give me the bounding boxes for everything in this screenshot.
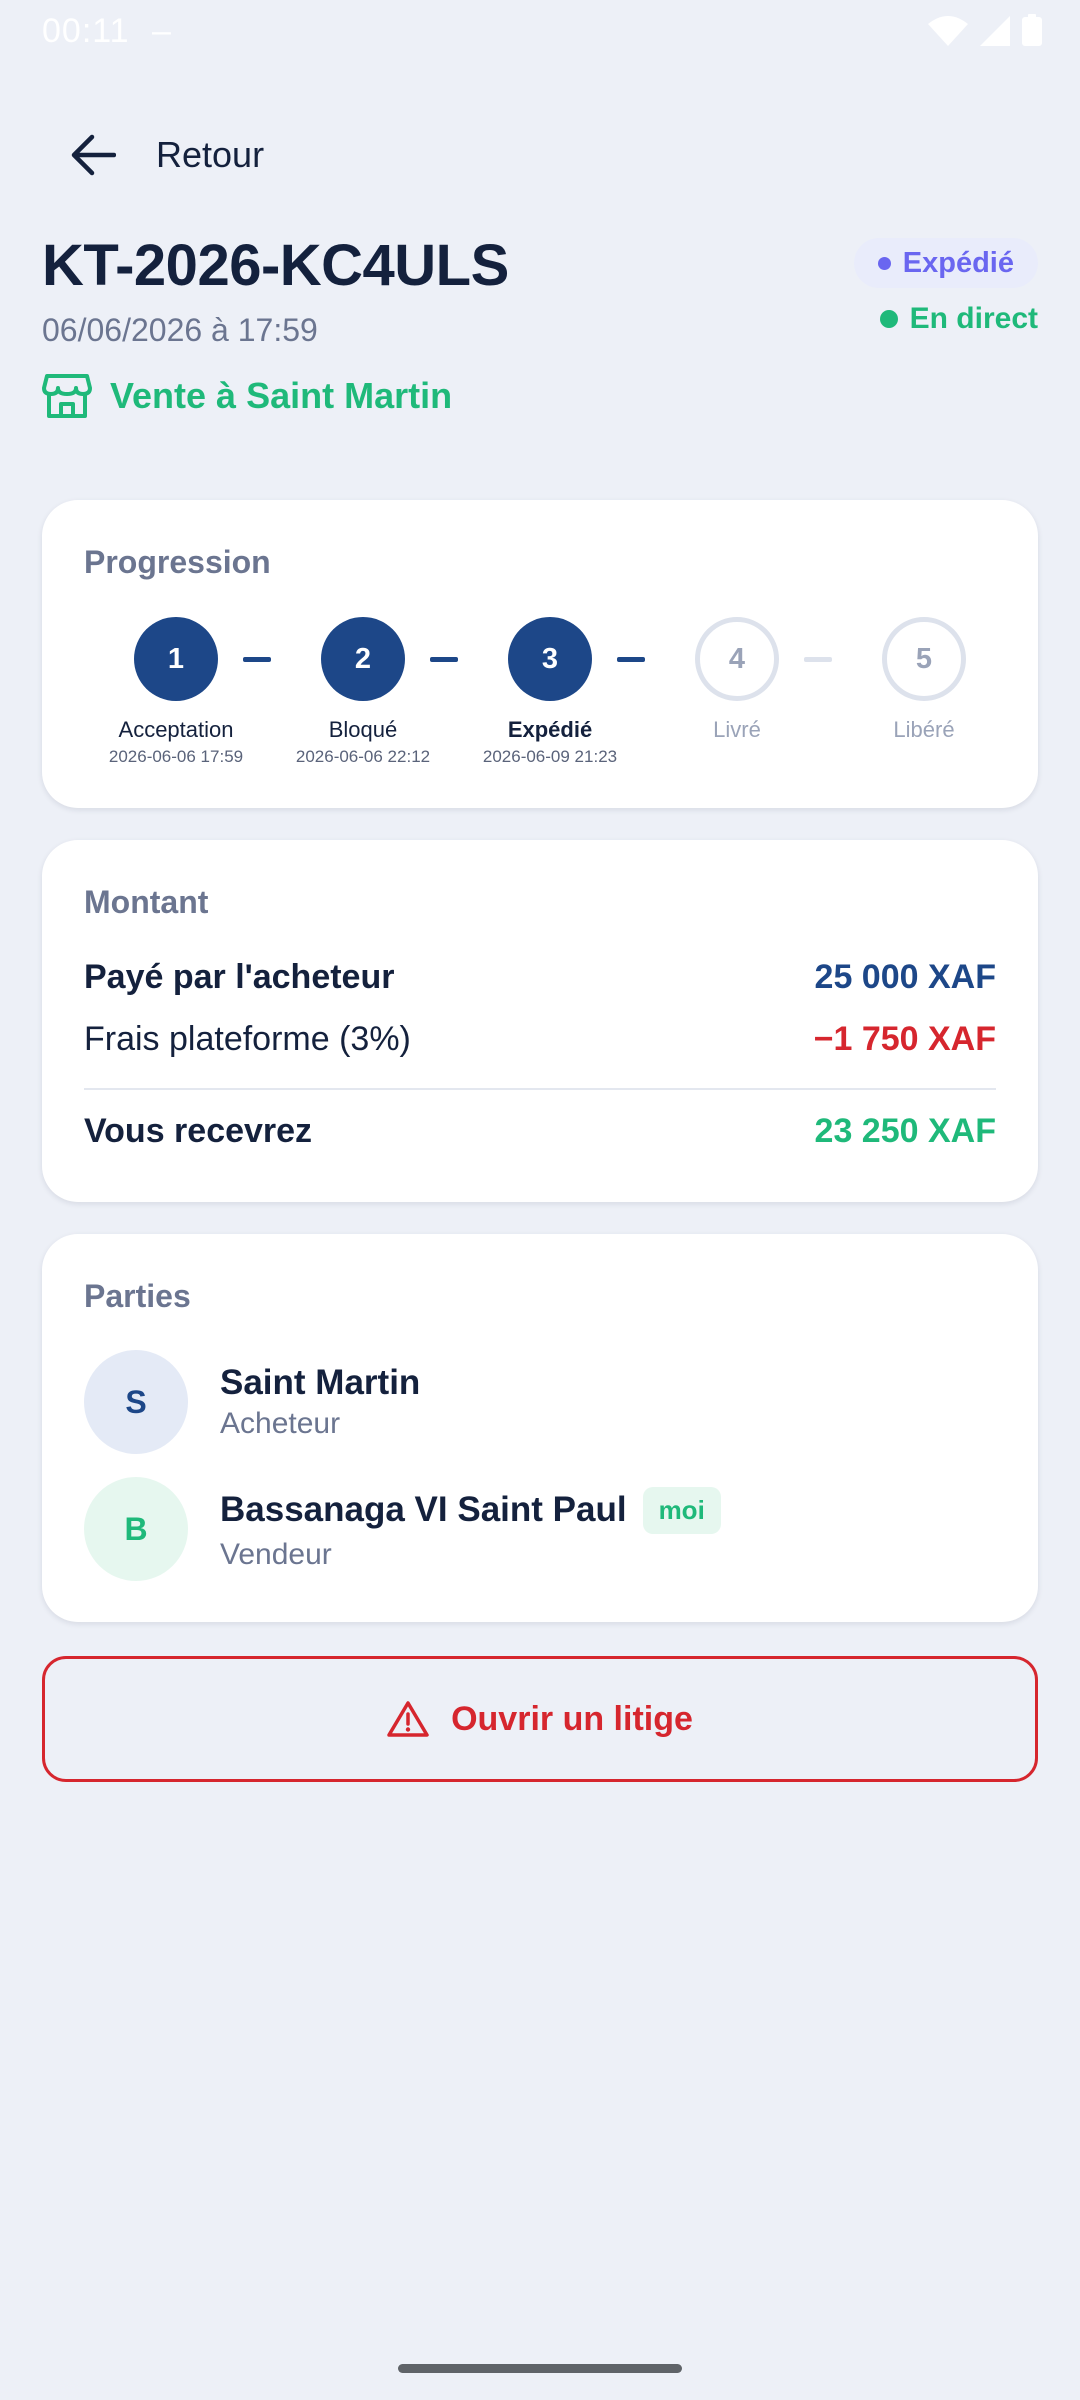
progress-title: Progression [84, 544, 271, 580]
fee-label: Frais plateforme (3%) [84, 1020, 411, 1058]
me-badge: moi [642, 1486, 721, 1534]
amount-card: Montant Payé par l'acheteur 25 000 XAF F… [42, 840, 1038, 1202]
step-number: 3 [508, 617, 592, 701]
step-connector [243, 657, 271, 662]
parties-title: Parties [84, 1278, 191, 1314]
arrow-left-icon [71, 134, 116, 176]
party-seller: B Bassanaga VI Saint Paul moi Vendeur [84, 1477, 996, 1581]
step-label: Libéré [893, 717, 955, 742]
party-info: Bassanaga VI Saint Paul moi Vendeur [220, 1486, 721, 1572]
shop-label: Vente à Saint Martin [110, 375, 453, 416]
step-number: 2 [321, 617, 405, 701]
status-icons [928, 14, 1042, 46]
step-acceptation: 1 Acceptation 2026-06-06 17:59 [82, 617, 270, 767]
status-dot [877, 256, 891, 270]
live-dot [879, 310, 898, 328]
cellular-signal-icon [980, 16, 1010, 46]
open-dispute-button[interactable]: Ouvrir un litige [42, 1656, 1038, 1782]
paid-row: Payé par l'acheteur 25 000 XAF [84, 958, 996, 997]
progress-stepper: 1 Acceptation 2026-06-06 17:59 2 Bloqué … [82, 617, 998, 767]
receive-row: Vous recevrez 23 250 XAF [84, 1112, 996, 1151]
step-date: 2026-06-09 21:23 [482, 747, 618, 766]
status-label: Expédié [902, 246, 1014, 279]
paid-label: Payé par l'acheteur [84, 958, 395, 996]
parties-card: Parties S Saint Martin Acheteur B Bassan… [42, 1234, 1038, 1622]
party-info: Saint Martin Acheteur [220, 1363, 420, 1441]
battery-icon [1022, 14, 1042, 46]
back-button[interactable]: Retour [70, 120, 264, 190]
step-connector [804, 657, 832, 662]
buyer-name: Saint Martin [220, 1363, 421, 1402]
amount-title: Montant [84, 884, 209, 920]
step-expedie: 3 Expédié 2026-06-09 21:23 [456, 617, 644, 767]
step-label: Livré [713, 717, 761, 742]
fee-row: Frais plateforme (3%) −1 750 XAF [84, 1020, 996, 1059]
party-name: Bassanaga VI Saint Paul moi [220, 1486, 721, 1534]
step-date: 2026-06-06 17:59 [108, 747, 244, 766]
step-number: 5 [882, 617, 966, 701]
live-label: En direct [909, 302, 1038, 335]
status-indicator: – [152, 12, 171, 50]
amount-divider [84, 1088, 996, 1090]
step-label: Expédié [507, 717, 593, 742]
step-label: Acceptation [118, 717, 234, 742]
fee-value: −1 750 XAF [813, 1020, 996, 1058]
step-connector [617, 657, 645, 662]
status-badge: Expédié [853, 238, 1038, 288]
step-connector [430, 657, 458, 662]
step-number: 1 [134, 617, 218, 701]
step-bloque: 2 Bloqué 2026-06-06 22:12 [269, 617, 457, 767]
home-indicator[interactable] [398, 2364, 682, 2373]
step-date: 2026-06-06 22:12 [295, 747, 431, 766]
order-date: 06/06/2026 à 17:59 [42, 312, 318, 348]
progress-card: Progression 1 Acceptation 2026-06-06 17:… [42, 500, 1038, 808]
back-label: Retour [156, 134, 265, 175]
warning-triangle-icon [387, 1701, 429, 1737]
receive-value: 23 250 XAF [814, 1112, 996, 1150]
party-role: Vendeur [220, 1537, 332, 1571]
avatar: S [84, 1350, 188, 1454]
step-libere: 5 Libéré [830, 617, 1018, 743]
party-name: Saint Martin [220, 1363, 420, 1403]
avatar: B [84, 1477, 188, 1581]
party-role: Acheteur [220, 1407, 341, 1440]
seller-name: Bassanaga VI Saint Paul [220, 1490, 627, 1529]
step-livre: 4 Livré [643, 617, 831, 743]
step-number: 4 [695, 617, 779, 701]
status-bar: 00:11 – [0, 0, 1080, 60]
wifi-icon [928, 16, 968, 46]
receive-label: Vous recevrez [84, 1112, 313, 1150]
order-id: KT-2026-KC4ULS [42, 233, 509, 298]
live-indicator: En direct [879, 302, 1038, 336]
open-dispute-label: Ouvrir un litige [451, 1699, 693, 1738]
shop-link[interactable]: Vente à Saint Martin [42, 372, 452, 420]
paid-value: 25 000 XAF [814, 958, 996, 996]
status-time: 00:11 [42, 12, 130, 50]
store-icon [42, 374, 92, 418]
step-label: Bloqué [328, 717, 398, 742]
party-buyer: S Saint Martin Acheteur [84, 1350, 996, 1454]
